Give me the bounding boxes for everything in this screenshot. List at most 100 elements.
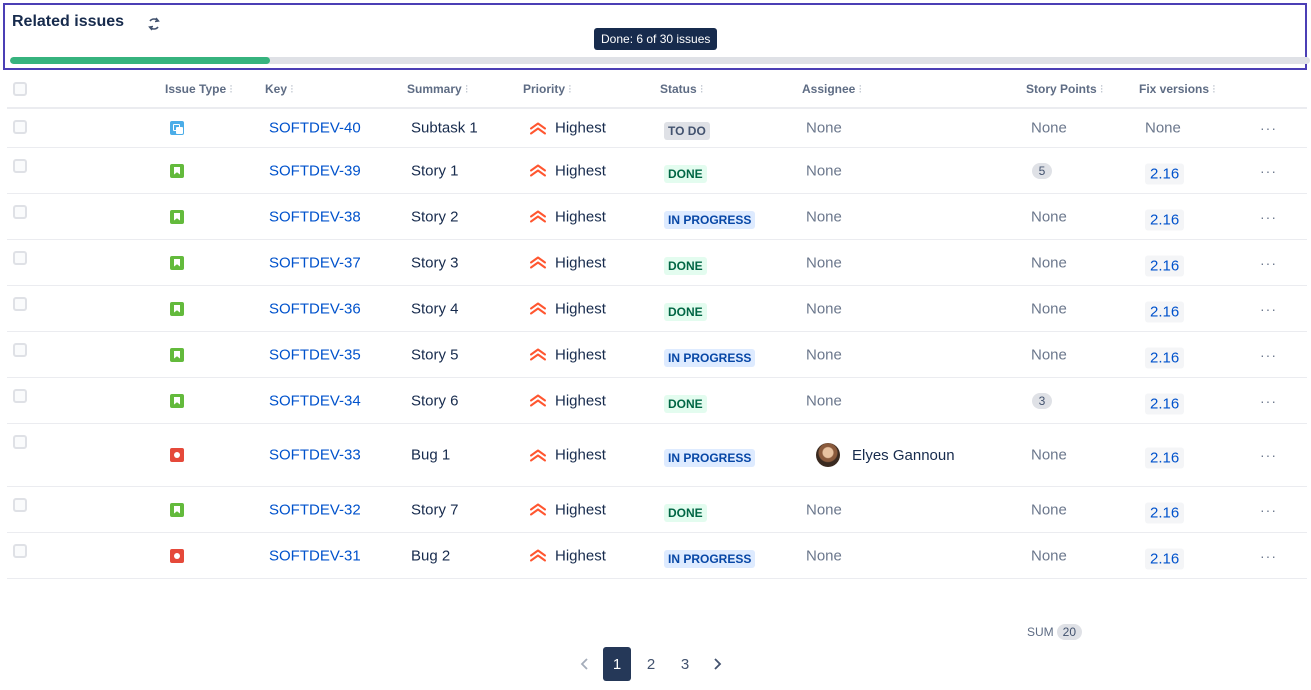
column-header-summary[interactable]: Summary ⁝ xyxy=(407,82,469,96)
issue-summary[interactable]: Story 2 xyxy=(411,208,459,225)
issue-key-link[interactable]: SOFTDEV-39 xyxy=(269,162,361,179)
table-row[interactable]: SOFTDEV-38 Story 2 Highest IN PROGRESS N… xyxy=(7,194,1307,240)
status-lozenge[interactable]: DONE xyxy=(664,503,707,522)
status-lozenge[interactable]: TO DO xyxy=(664,122,710,140)
fix-version-tag[interactable]: 2.16 xyxy=(1145,301,1185,322)
more-actions-icon[interactable]: ··· xyxy=(1260,447,1277,463)
row-checkbox[interactable] xyxy=(13,544,27,558)
more-actions-icon[interactable]: ··· xyxy=(1260,502,1277,518)
issue-summary[interactable]: Story 5 xyxy=(411,346,459,363)
select-all-checkbox[interactable] xyxy=(13,81,27,96)
priority-cell: Highest xyxy=(529,120,606,137)
table-row[interactable]: SOFTDEV-35 Story 5 Highest IN PROGRESS N… xyxy=(7,332,1307,378)
issue-summary[interactable]: Story 6 xyxy=(411,392,459,409)
table-row[interactable]: SOFTDEV-37 Story 3 Highest DONE None Non… xyxy=(7,240,1307,286)
next-page-icon[interactable] xyxy=(707,654,727,674)
issue-key-link[interactable]: SOFTDEV-32 xyxy=(269,501,361,518)
column-header-assignee[interactable]: Assignee ⁝ xyxy=(802,82,862,96)
fix-version-tag[interactable]: 2.16 xyxy=(1145,347,1185,368)
fix-version-tag[interactable]: 2.16 xyxy=(1145,255,1185,276)
priority-label: Highest xyxy=(555,501,606,518)
issue-key-link[interactable]: SOFTDEV-35 xyxy=(269,346,361,363)
more-actions-icon[interactable]: ··· xyxy=(1260,255,1277,271)
row-checkbox[interactable] xyxy=(13,251,27,265)
issue-summary[interactable]: Subtask 1 xyxy=(411,120,478,137)
more-actions-icon[interactable]: ··· xyxy=(1260,548,1277,564)
fix-version-tag[interactable]: 2.16 xyxy=(1145,447,1185,469)
issue-summary[interactable]: Story 3 xyxy=(411,254,459,271)
page-1-button[interactable]: 1 xyxy=(603,647,631,681)
table-row[interactable]: SOFTDEV-31 Bug 2 Highest IN PROGRESS Non… xyxy=(7,533,1307,579)
issue-key-link[interactable]: SOFTDEV-36 xyxy=(269,300,361,317)
issue-summary[interactable]: Story 4 xyxy=(411,300,459,317)
refresh-icon[interactable] xyxy=(145,15,163,33)
issue-key-link[interactable]: SOFTDEV-38 xyxy=(269,208,361,225)
table-row[interactable]: SOFTDEV-34 Story 6 Highest DONE None 3 2… xyxy=(7,378,1307,424)
table-row[interactable]: SOFTDEV-39 Story 1 Highest DONE None 5 2… xyxy=(7,148,1307,194)
issue-summary[interactable]: Story 7 xyxy=(411,501,459,518)
more-actions-icon[interactable]: ··· xyxy=(1260,209,1277,225)
column-header-story-points[interactable]: Story Points ⁝ xyxy=(1026,82,1104,96)
issue-summary[interactable]: Story 1 xyxy=(411,162,459,179)
status-lozenge[interactable]: DONE xyxy=(664,302,707,321)
status-lozenge[interactable]: DONE xyxy=(664,256,707,275)
table-row[interactable]: SOFTDEV-40 Subtask 1 Highest TO DO None … xyxy=(7,109,1307,148)
page-2-button[interactable]: 2 xyxy=(637,647,665,681)
issue-key-link[interactable]: SOFTDEV-31 xyxy=(269,547,361,564)
row-checkbox[interactable] xyxy=(13,159,27,173)
issue-key-link[interactable]: SOFTDEV-34 xyxy=(269,392,361,409)
status-lozenge[interactable]: IN PROGRESS xyxy=(664,348,756,367)
status-lozenge[interactable]: IN PROGRESS xyxy=(664,210,756,229)
column-header-key[interactable]: Key ⁝ xyxy=(265,82,294,96)
row-checkbox[interactable] xyxy=(13,297,27,311)
priority-cell: Highest xyxy=(529,162,606,179)
row-checkbox[interactable] xyxy=(13,120,27,134)
issue-summary[interactable]: Bug 1 xyxy=(411,447,450,464)
more-actions-icon[interactable]: ··· xyxy=(1260,120,1277,136)
assignee-none: None xyxy=(806,162,842,179)
more-actions-icon[interactable]: ··· xyxy=(1260,393,1277,409)
story-type-icon xyxy=(170,347,184,362)
issue-key-link[interactable]: SOFTDEV-40 xyxy=(269,120,361,137)
issue-key-link[interactable]: SOFTDEV-33 xyxy=(269,447,361,464)
more-actions-icon[interactable]: ··· xyxy=(1260,163,1277,179)
fix-version-tag[interactable]: 2.16 xyxy=(1145,209,1185,230)
fix-version-tag[interactable]: 2.16 xyxy=(1145,502,1185,523)
priority-highest-icon xyxy=(530,348,546,361)
avatar xyxy=(816,443,840,467)
issue-key-link[interactable]: SOFTDEV-37 xyxy=(269,254,361,271)
row-checkbox[interactable] xyxy=(13,343,27,357)
story-type-icon xyxy=(170,393,184,408)
assignee-cell[interactable]: Elyes Gannoun xyxy=(816,443,955,467)
table-row[interactable]: SOFTDEV-32 Story 7 Highest DONE None Non… xyxy=(7,487,1307,533)
fix-version-tag[interactable]: 2.16 xyxy=(1145,393,1185,414)
more-actions-icon[interactable]: ··· xyxy=(1260,347,1277,363)
row-checkbox[interactable] xyxy=(13,498,27,512)
previous-page-icon[interactable] xyxy=(575,654,595,674)
row-checkbox[interactable] xyxy=(13,435,27,449)
fix-version-tag[interactable]: 2.16 xyxy=(1145,163,1185,184)
status-lozenge[interactable]: DONE xyxy=(664,394,707,413)
column-header-status[interactable]: Status ⁝ xyxy=(660,82,704,96)
assignee-none: None xyxy=(806,300,842,317)
status-lozenge[interactable]: DONE xyxy=(664,164,707,183)
page-3-button[interactable]: 3 xyxy=(671,647,699,681)
column-header-fix-versions[interactable]: Fix versions ⁝ xyxy=(1139,82,1216,96)
issue-summary[interactable]: Bug 2 xyxy=(411,547,450,564)
assignee-none: None xyxy=(806,346,842,363)
row-checkbox[interactable] xyxy=(13,205,27,219)
table-row[interactable]: SOFTDEV-33 Bug 1 Highest IN PROGRESS Ely… xyxy=(7,424,1307,487)
column-header-priority[interactable]: Priority ⁝ xyxy=(523,82,572,96)
status-lozenge[interactable]: IN PROGRESS xyxy=(664,549,756,568)
column-header-issue-type[interactable]: Issue Type ⁝ xyxy=(165,82,233,96)
row-checkbox[interactable] xyxy=(13,389,27,403)
more-actions-icon[interactable]: ··· xyxy=(1260,301,1277,317)
priority-highest-icon xyxy=(530,549,546,562)
fix-version-tag[interactable]: 2.16 xyxy=(1145,548,1185,569)
priority-highest-icon xyxy=(530,164,546,177)
priority-label: Highest xyxy=(555,346,606,363)
fix-version-none: None xyxy=(1145,119,1181,137)
status-lozenge[interactable]: IN PROGRESS xyxy=(664,449,756,467)
table-row[interactable]: SOFTDEV-36 Story 4 Highest DONE None Non… xyxy=(7,286,1307,332)
priority-label: Highest xyxy=(555,392,606,409)
